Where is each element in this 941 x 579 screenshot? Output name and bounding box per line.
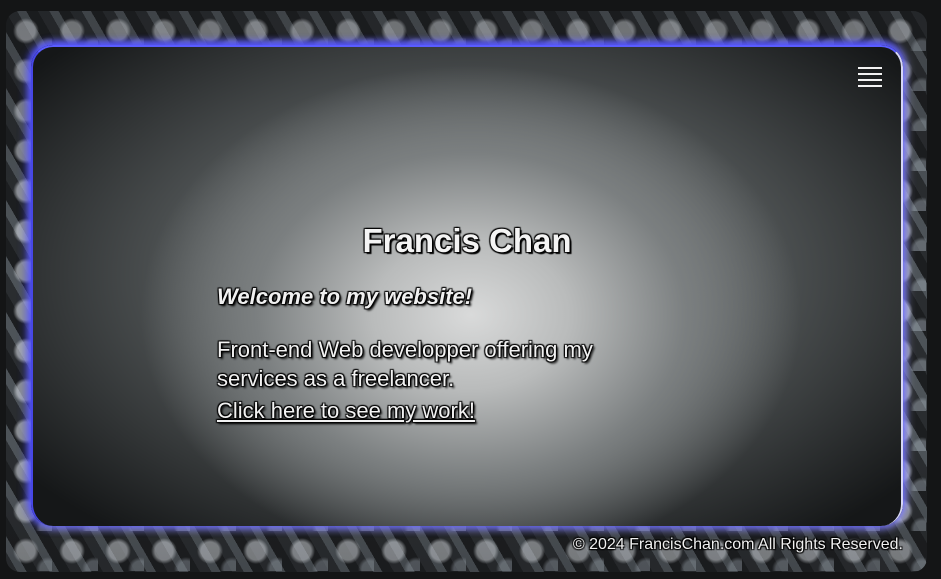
hamburger-menu-icon[interactable]: [858, 65, 884, 89]
site-owner-name: Francis Chan: [362, 222, 572, 259]
hero-panel: Francis Chan Welcome to my website! Fron…: [31, 45, 903, 526]
copyright-footer: © 2024 FrancisChan.com All Rights Reserv…: [572, 536, 903, 553]
menu-line: [858, 67, 882, 69]
welcome-heading: Welcome to my website!: [217, 284, 473, 309]
intro-description: Front-end Web developper offering my ser…: [217, 337, 593, 391]
menu-line: [858, 85, 882, 87]
see-my-work-link[interactable]: Click here to see my work!: [217, 398, 475, 424]
menu-line: [858, 79, 882, 81]
menu-line: [858, 73, 882, 75]
